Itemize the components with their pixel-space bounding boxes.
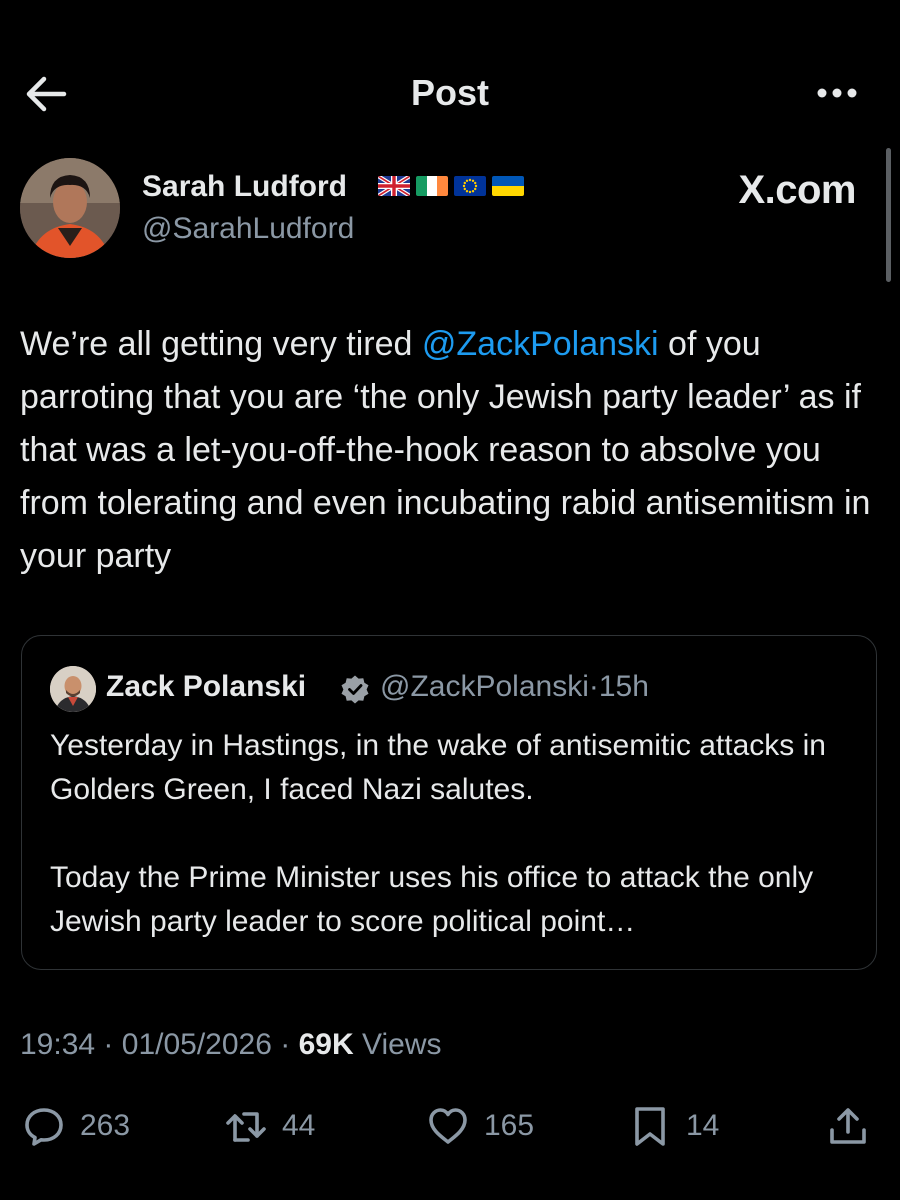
author-avatar[interactable]	[20, 158, 120, 258]
more-horizontal-icon	[817, 88, 857, 98]
share-button[interactable]	[826, 1098, 870, 1154]
quoted-post[interactable]: Zack Polanski @ZackPolanski·15h Yesterda…	[21, 635, 877, 970]
source-watermark: X.com	[738, 168, 856, 212]
ukraine-flag-icon	[492, 176, 524, 196]
meta-separator: ·	[103, 1028, 114, 1061]
post-date[interactable]: 01/05/2026	[122, 1028, 272, 1061]
quote-paragraph-2: Today the Prime Minister uses his office…	[50, 861, 814, 938]
like-button[interactable]: 165	[426, 1098, 534, 1154]
eu-flag-icon	[454, 176, 486, 196]
quote-author-meta: @ZackPolanski·15h	[380, 670, 649, 704]
quote-age: 15h	[598, 670, 649, 703]
bookmark-count: 14	[686, 1109, 720, 1142]
repost-icon	[226, 1112, 266, 1142]
post-text-start: We’re all getting very tired	[20, 325, 422, 363]
author-name[interactable]: Sarah Ludford	[142, 170, 347, 204]
views-count: 69K	[298, 1028, 354, 1061]
ireland-flag-icon	[416, 176, 448, 196]
more-options-button[interactable]	[812, 78, 862, 108]
uk-flag-icon	[378, 176, 410, 196]
bookmark-icon	[635, 1107, 665, 1146]
quote-paragraph-1: Yesterday in Hastings, in the wake of an…	[50, 729, 826, 806]
meta-separator: ·	[280, 1028, 291, 1061]
share-icon	[830, 1108, 866, 1144]
reply-button[interactable]: 263	[22, 1098, 130, 1154]
repost-button[interactable]: 44	[224, 1098, 315, 1154]
avatar-photo	[20, 158, 120, 258]
top-bar: Post	[0, 0, 900, 180]
quote-author-handle[interactable]: @ZackPolanski	[380, 670, 589, 703]
quote-avatar-photo	[50, 666, 96, 712]
like-count: 165	[484, 1109, 535, 1142]
post-time[interactable]: 19:34	[20, 1028, 95, 1061]
action-bar: 263 44 165 14	[0, 1098, 900, 1158]
post-meta: 19:34 · 01/05/2026 · 69K Views	[20, 1028, 441, 1062]
quote-text: Yesterday in Hastings, in the wake of an…	[50, 724, 860, 944]
mention-link[interactable]: @ZackPolanski	[422, 325, 659, 363]
bookmark-button[interactable]: 14	[628, 1098, 719, 1154]
verified-badge-icon	[341, 675, 369, 704]
scrollbar[interactable]	[886, 148, 891, 282]
page-title: Post	[410, 72, 489, 113]
quote-separator: ·	[588, 670, 599, 703]
quote-author-avatar[interactable]	[50, 666, 96, 712]
heart-icon	[429, 1108, 467, 1144]
author-handle[interactable]: @SarahLudford	[142, 212, 354, 246]
post-text: We’re all getting very tired @ZackPolans…	[20, 318, 880, 583]
quote-author-name[interactable]: Zack Polanski	[106, 670, 306, 704]
author-flags	[378, 176, 524, 200]
views-label: Views	[362, 1028, 442, 1061]
reply-icon	[25, 1108, 63, 1146]
repost-count: 44	[282, 1109, 316, 1142]
reply-count: 263	[80, 1109, 131, 1142]
